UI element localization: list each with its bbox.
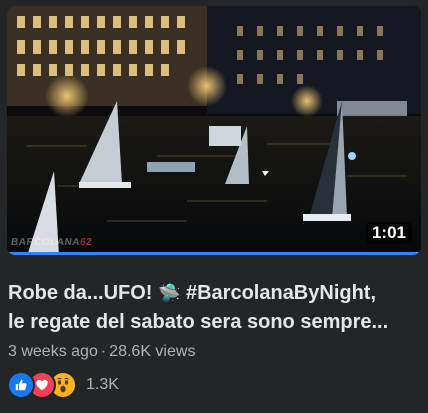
video-progress-bar (7, 252, 421, 255)
reaction-count: 1.3K (86, 376, 119, 393)
video-duration-badge: 1:01 (365, 222, 412, 244)
night-harbor-scene (7, 6, 421, 255)
video-progress-fill (7, 252, 421, 255)
video-post-card[interactable]: BARCOLANA62 1:01 Robe da...UFO! 🛸 #Barco… (0, 0, 428, 413)
meta-separator: · (100, 343, 107, 360)
video-thumbnail[interactable]: BARCOLANA62 1:01 (7, 6, 421, 255)
watermark-number: 62 (79, 237, 93, 248)
post-meta: 3 weeks ago · 28.6K views (8, 343, 195, 361)
watermark-text: BARCOLANA (10, 237, 81, 248)
video-watermark: BARCOLANA62 (10, 237, 93, 248)
view-count: 28.6K views (109, 343, 196, 360)
like-icon (7, 371, 35, 399)
post-age: 3 weeks ago (8, 343, 98, 360)
title-line1-rest: #BarcolanaByNight, (180, 282, 377, 304)
ufo-icon: 🛸 (158, 283, 181, 304)
title-line2: le regate del sabato sera sono sempre... (8, 311, 389, 333)
reactions-summary[interactable]: 1.3K (7, 371, 119, 399)
post-title[interactable]: Robe da...UFO! 🛸 #BarcolanaByNight, le r… (8, 279, 420, 337)
title-line1: Robe da...UFO! (8, 282, 158, 304)
